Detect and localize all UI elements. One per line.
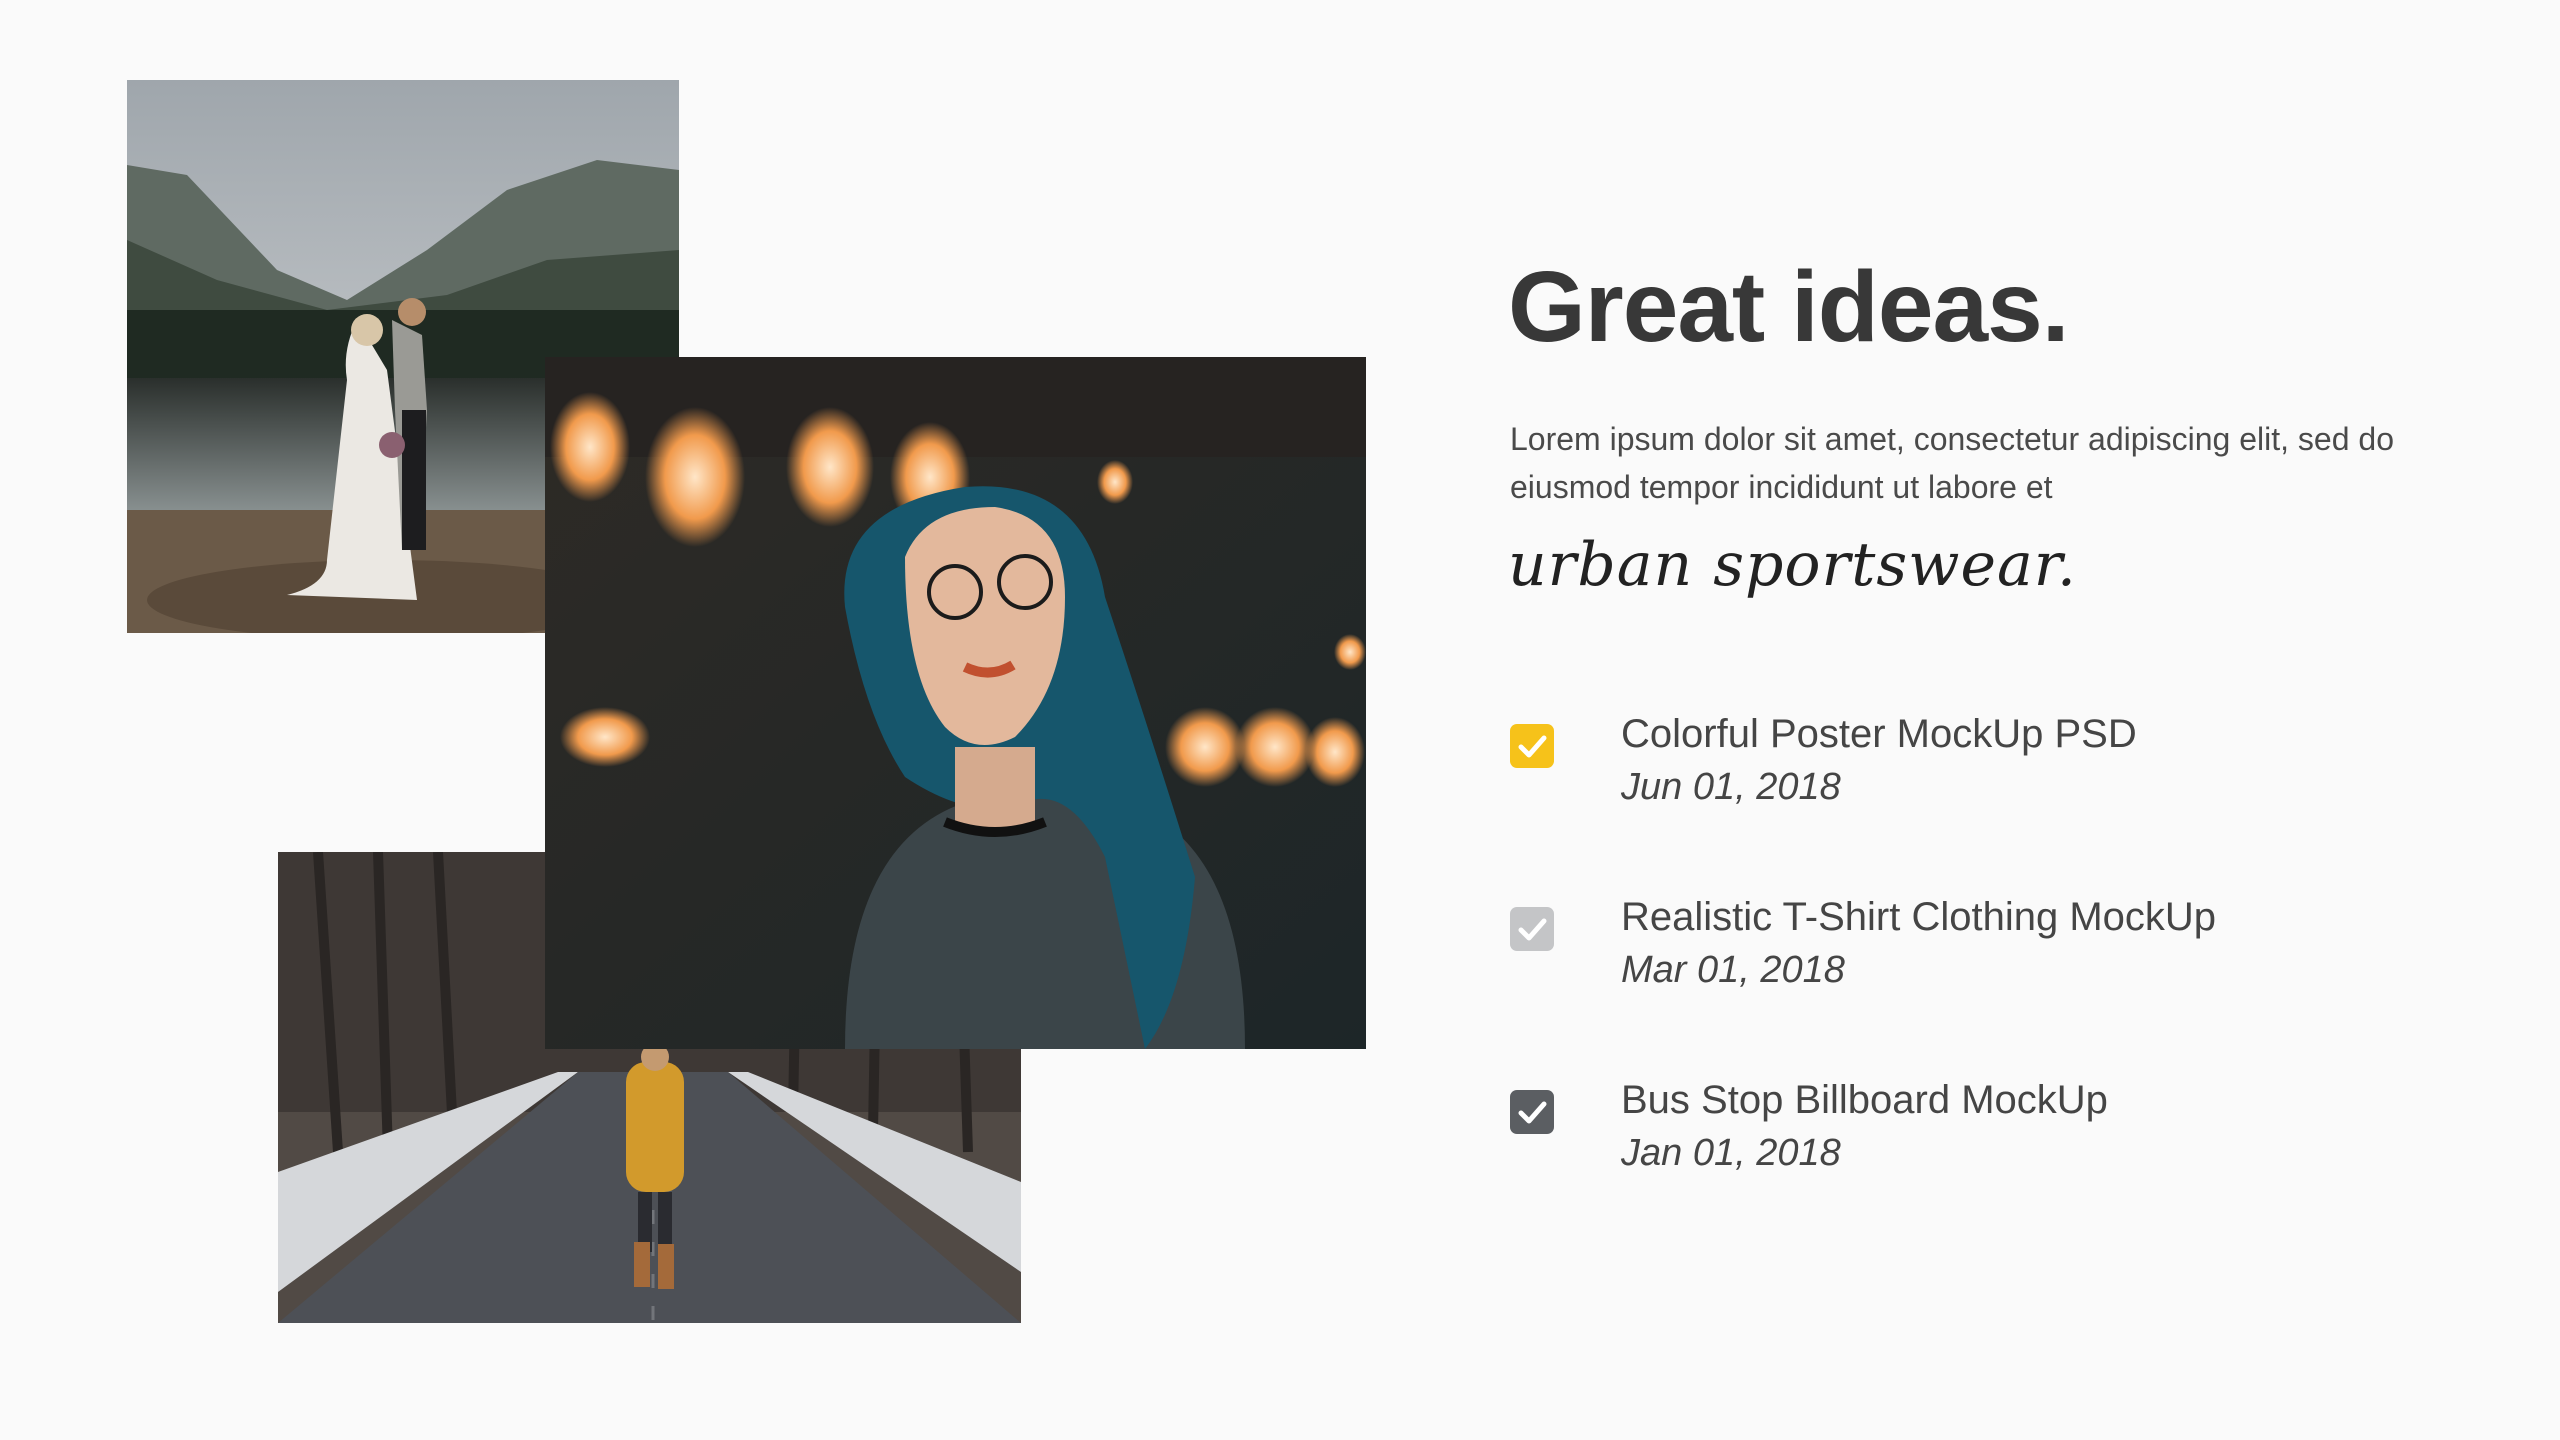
checkbox-checked-icon[interactable] (1510, 1090, 1554, 1134)
item-name: Realistic T-Shirt Clothing MockUp (1621, 895, 2217, 939)
page-title: Great ideas. (1508, 251, 2070, 363)
item-name: Bus Stop Billboard MockUp (1621, 1078, 2108, 1122)
checkbox-checked-icon[interactable] (1510, 907, 1554, 951)
item-date: Jan 01, 2018 (1621, 1132, 1841, 1174)
script-tagline: urban sportswear. (1508, 530, 2077, 600)
item-date: Mar 01, 2018 (1621, 949, 1845, 991)
description-text: Lorem ipsum dolor sit amet, consectetur … (1510, 421, 2394, 505)
checkbox-checked-icon[interactable] (1510, 724, 1554, 768)
blue-hair-woman-bokeh-photo (545, 357, 1366, 1049)
item-name: Colorful Poster MockUp PSD (1621, 712, 2137, 756)
item-date: Jun 01, 2018 (1621, 766, 1841, 808)
